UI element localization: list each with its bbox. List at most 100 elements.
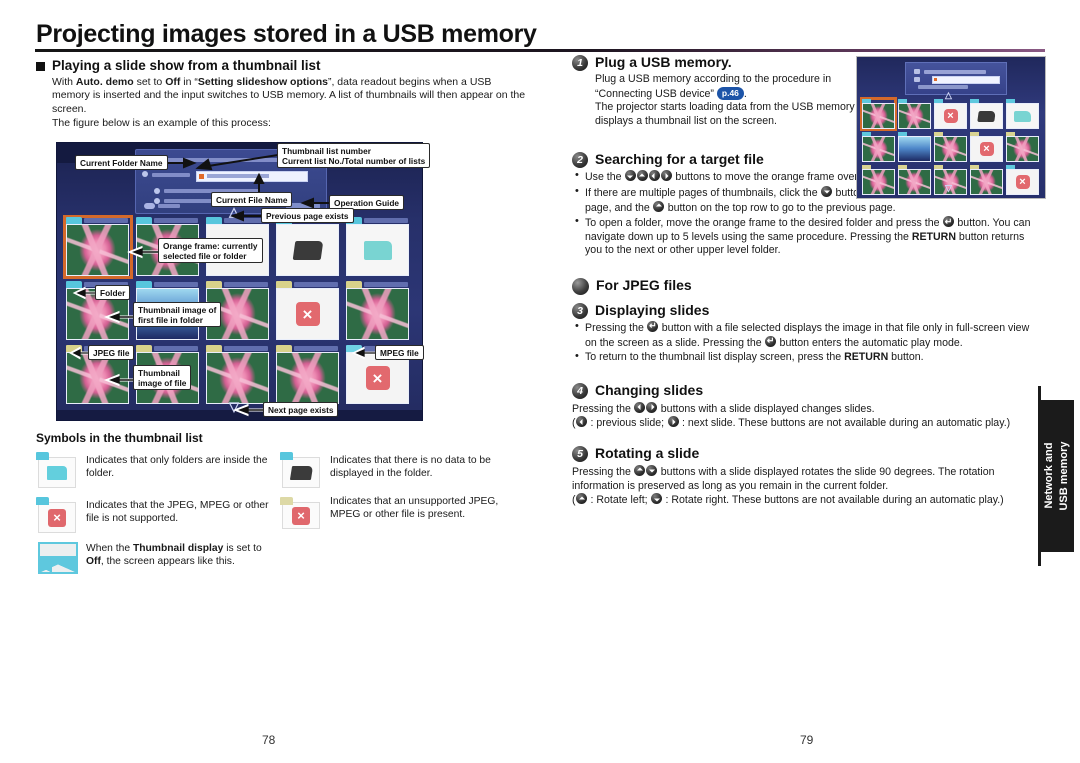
page-number-right: 79: [800, 733, 814, 747]
screen-photo-row-2: ×: [862, 132, 1040, 162]
symbol-item-unsupported-folder: × Indicates that the JPEG, MPEG or other…: [36, 497, 281, 533]
right-button-icon: [660, 170, 672, 182]
callout-arrow-first-file: [103, 310, 136, 324]
sym5-bold-off: Off: [86, 556, 101, 567]
s4-line2b: : previous slide;: [587, 417, 668, 430]
figure-cell-pict0007[interactable]: [275, 345, 341, 405]
list-number-icon: [154, 188, 160, 194]
symbol-item-folders-inside: Indicates that only folders are inside t…: [36, 452, 281, 488]
screen-photo-cell-11: [862, 165, 895, 195]
figure-cell-folder5[interactable]: [345, 217, 411, 277]
down-button-icon: [646, 464, 658, 476]
intro-part3: in “: [180, 76, 198, 88]
left-button-icon: [648, 170, 660, 182]
callout-arrow-next-page: [232, 403, 265, 417]
page-reference-badge[interactable]: p.46: [716, 86, 744, 101]
left-button-icon: [576, 416, 588, 428]
symbol-text-folders-inside: Indicates that only folders are inside t…: [86, 455, 268, 479]
callout-current-folder-name: Current Folder Name: [75, 155, 168, 170]
screen-photo-cell-8: [934, 132, 967, 162]
manual-page-spread: Projecting images stored in a USB memory…: [0, 0, 1080, 763]
figure-cell-pict0003[interactable]: [345, 281, 411, 341]
callout-mpeg-file: MPEG file: [375, 345, 424, 360]
page-title: Projecting images stored in a USB memory: [36, 20, 537, 48]
folder-dark-empty-icon: [280, 452, 320, 488]
section-heading-label: Playing a slide show from a thumbnail li…: [52, 58, 321, 73]
screen-photo-cell-7: [898, 132, 931, 162]
step-4-body: Pressing the buttons with a slide displa…: [572, 401, 1042, 431]
bullet-square-icon: [36, 62, 45, 71]
enter-button-icon: [942, 216, 954, 228]
figure-cell-pict0002[interactable]: ×: [275, 281, 341, 341]
s3b2-b: button.: [888, 351, 924, 364]
s3b2-a: To return to the thumbnail list display …: [585, 351, 845, 364]
callout-arrow-previous-page: [230, 210, 263, 222]
usb-thumbnail-screen-photo: △ × × × ▽: [856, 56, 1046, 199]
screen-photo-cell-6: [862, 132, 895, 162]
step-4-number: 4: [572, 382, 588, 399]
step-3-bullet-1: Pressing the button with a file selected…: [575, 320, 1042, 350]
step-3-bullets: Pressing the button with a file selected…: [572, 320, 1042, 365]
step-4-title: Changing slides: [595, 381, 704, 398]
callout-next-page: Next page exists: [263, 402, 339, 417]
s4-line2c: : next slide. These buttons are not avai…: [679, 417, 1011, 430]
up-button-icon: [576, 493, 588, 505]
symbol-text-no-data: Indicates that there is no data to be di…: [330, 455, 491, 479]
callout-folder: Folder: [95, 285, 131, 300]
up-button-icon: [653, 200, 665, 212]
screen-photo-cell-3: ×: [934, 99, 967, 129]
file-name-icon: [142, 171, 148, 177]
file-unsupported-x-icon: ×: [280, 493, 320, 529]
step-1-line1a: Plug a USB memory according to the proce…: [595, 73, 832, 100]
symbol-item-no-data: Indicates that there is no data to be di…: [280, 452, 525, 488]
step-3-title: Displaying slides: [595, 301, 710, 318]
figure-cell-folder4[interactable]: [275, 217, 341, 277]
step-1-line2: The projector starts loading data from t…: [595, 101, 876, 127]
step-3-number: 3: [572, 302, 588, 319]
section-heading: Playing a slide show from a thumbnail li…: [36, 58, 541, 73]
screen-photo-down-chevron-icon: ▽: [945, 183, 952, 193]
figure-cell-folder1[interactable]: [63, 215, 133, 279]
step-5-rotating-slide: 5 Rotating a slide: [572, 445, 1042, 462]
s2b3-bold-return: RETURN: [911, 230, 956, 243]
s2b3-a: To open a folder, move the orange frame …: [585, 217, 943, 230]
down-button-icon: [651, 493, 663, 505]
step-5-number: 5: [572, 445, 588, 462]
callout-arrow-thumb-of-file: [103, 373, 136, 387]
screen-photo-cell-9: ×: [970, 132, 1003, 162]
sym5-c: is set to: [223, 543, 262, 554]
s3b1-a: Pressing the: [585, 321, 647, 334]
step-4-body-line2: ( : previous slide; : next slide. These …: [572, 416, 1042, 431]
s5-line2b: : Rotate left;: [587, 494, 651, 507]
step-1-body: Plug a USB memory according to the proce…: [595, 73, 877, 128]
s5-line2c: : Rotate right. These buttons are not av…: [662, 494, 1004, 507]
side-tab-network-usb[interactable]: Network and USB memory: [1040, 400, 1074, 552]
symbols-section-title: Symbols in the thumbnail list: [36, 431, 203, 445]
enter-button-icon: [765, 335, 777, 347]
step-5-body-line2: ( : Rotate left; : Rotate right. These b…: [572, 493, 1042, 508]
s2b2-a: If there are multiple pages of thumbnail…: [585, 186, 821, 199]
symbol-item-unsupported-file: × Indicates that an unsupported JPEG, MP…: [280, 493, 525, 529]
step-2-title: Searching for a target file: [595, 151, 764, 168]
left-column: Playing a slide show from a thumbnail li…: [36, 58, 541, 130]
up-button-icon: [634, 464, 646, 476]
enter-key-hint-text: [158, 204, 180, 208]
intro-part1: With: [52, 76, 76, 88]
screen-photo-cell-4: [970, 99, 1003, 129]
sym5-e: , the screen appears like this.: [100, 556, 235, 567]
symbol-item-thumbnail-off: When the Thumbnail display is set to Off…: [36, 540, 281, 574]
intro-paragraph: With Auto. demo set to Off in “Setting s…: [52, 76, 532, 130]
jpeg-files-label: For JPEG files: [596, 276, 692, 293]
osd-icon-2: [914, 77, 920, 82]
page-number-left: 78: [262, 733, 276, 747]
side-tab-label: Network and USB memory: [1043, 441, 1070, 511]
s3b1-c: button enters the automatic play mode.: [776, 336, 963, 349]
right-button-icon: [646, 401, 658, 413]
figure-cell-pict0006[interactable]: [205, 345, 271, 405]
screen-photo-cell-5: [1006, 99, 1039, 129]
s4-line1b: buttons with a slide displayed changes s…: [657, 402, 875, 415]
down-button-icon: [821, 185, 833, 197]
callout-thumbnail-list-number: Thumbnail list number Current list No./T…: [277, 143, 431, 168]
folder-unsupported-x-icon: ×: [36, 497, 76, 533]
symbol-text-thumbnail-off: When the Thumbnail display is set to Off…: [86, 540, 281, 568]
